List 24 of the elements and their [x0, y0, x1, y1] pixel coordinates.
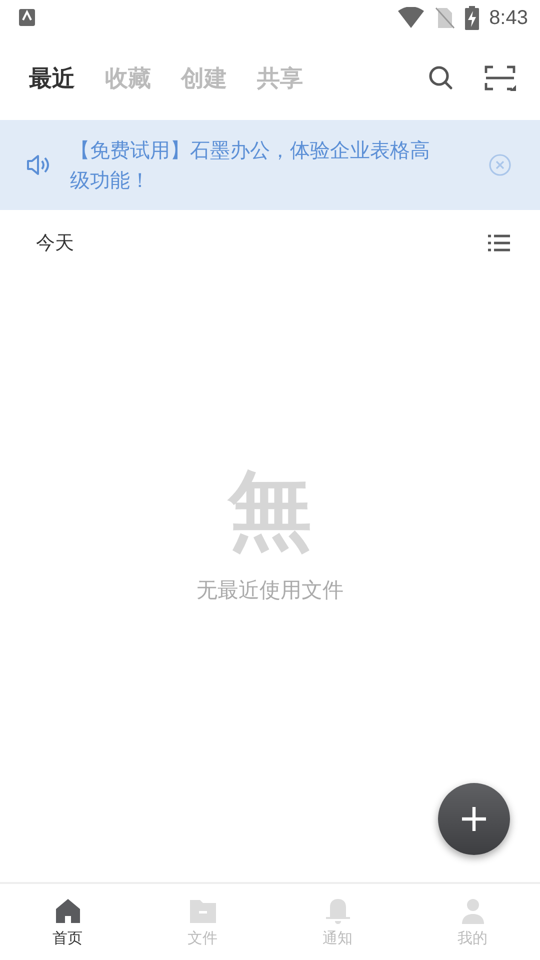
section-title: 今天 [36, 231, 75, 256]
nav-item[interactable]: 文件 [135, 884, 270, 960]
nav-item[interactable]: 我的 [405, 884, 540, 960]
home-icon [54, 896, 82, 924]
scan-button[interactable] [484, 65, 516, 91]
plus-icon [460, 805, 488, 833]
nav-item[interactable]: 通知 [270, 884, 405, 960]
nav-item[interactable]: 首页 [0, 884, 135, 960]
status-time: 8:43 [489, 6, 528, 30]
battery-icon [465, 6, 480, 30]
bell-icon [324, 896, 352, 924]
add-button[interactable] [438, 783, 510, 855]
empty-state-message: 无最近使用文件 [196, 577, 344, 604]
tab[interactable]: 收藏 [105, 62, 151, 94]
banner-text: 【免费试用】石墨办公，体验企业表格高级功能！ [70, 137, 431, 194]
list-view-button[interactable] [488, 234, 510, 252]
no-sim-icon [435, 7, 456, 29]
notification-icon [18, 8, 38, 28]
tab[interactable]: 共享 [257, 62, 303, 94]
tab[interactable]: 创建 [181, 62, 227, 94]
search-button[interactable] [428, 65, 454, 91]
tab[interactable]: 最近 [29, 62, 75, 94]
speaker-icon [26, 154, 52, 176]
wifi-icon [397, 7, 426, 29]
